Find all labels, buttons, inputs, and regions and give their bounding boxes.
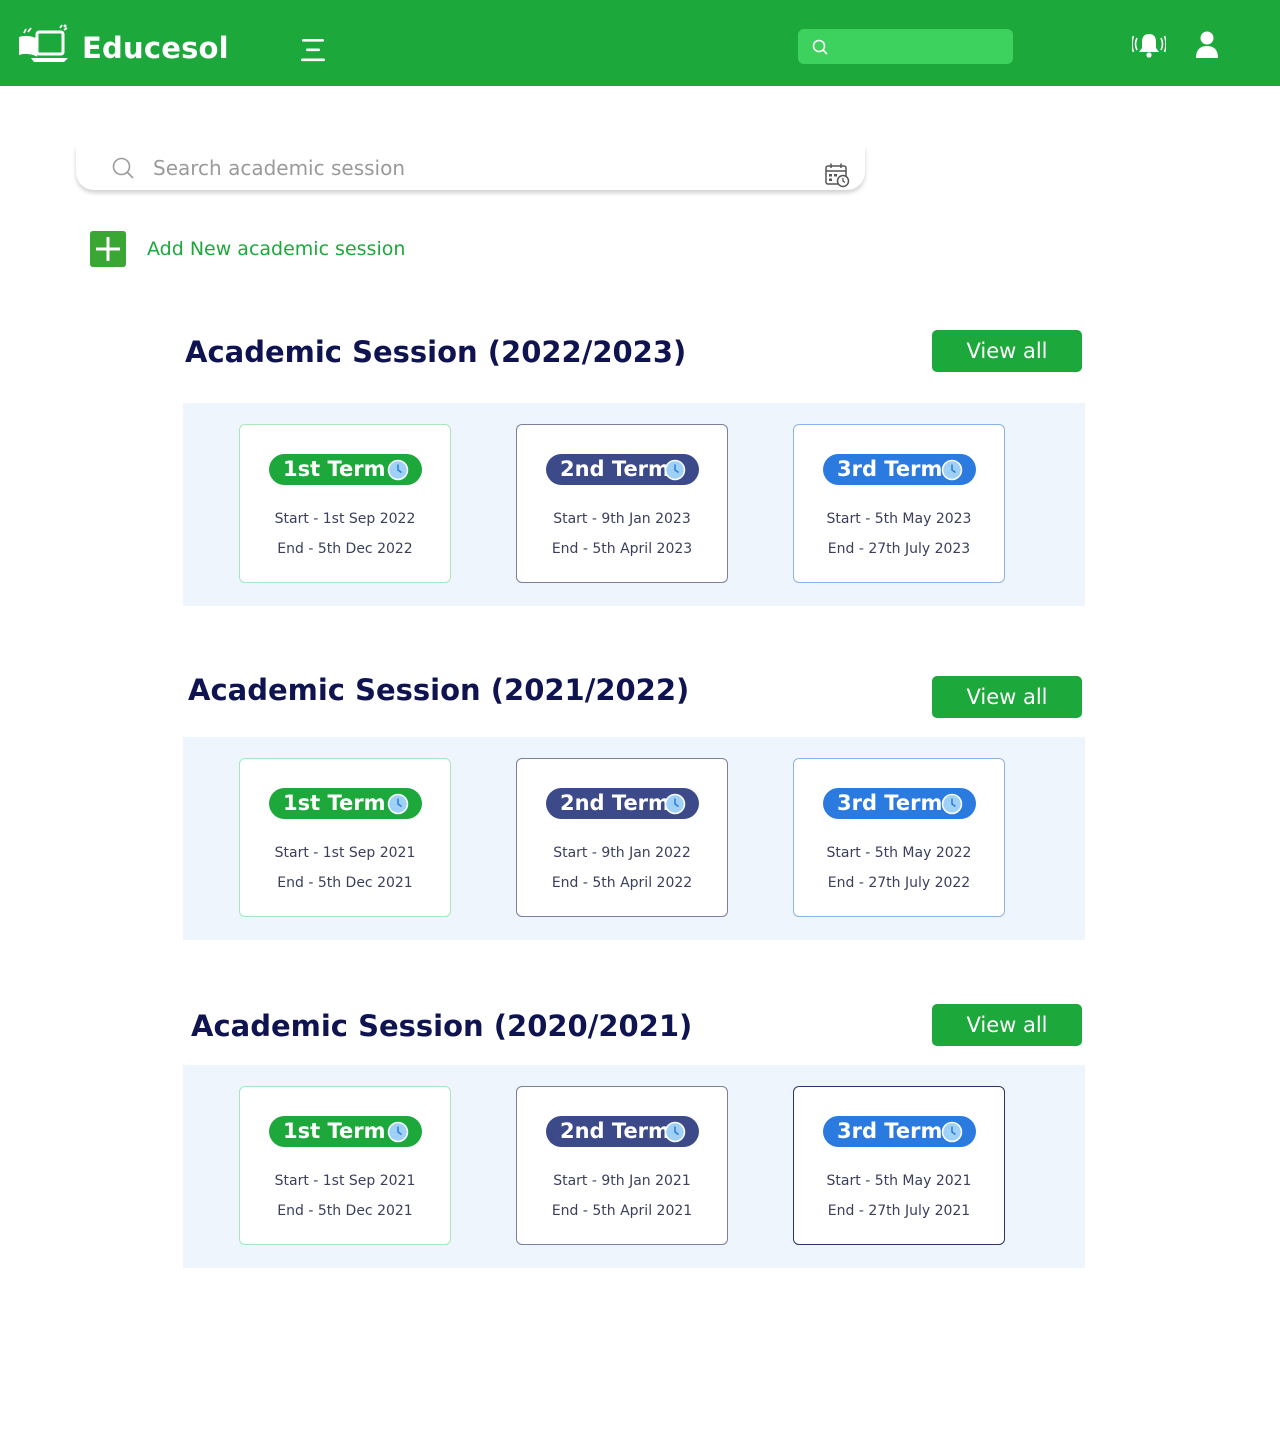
calendar-clock-icon[interactable]	[824, 162, 850, 188]
term-end-date: End - 27th July 2022	[827, 875, 971, 891]
search-icon	[112, 157, 134, 179]
term-name: 2nd Term	[560, 457, 670, 481]
term-badge: 3rd Term	[823, 454, 976, 485]
clock-icon	[664, 1121, 686, 1143]
term-end-date: End - 5th April 2022	[551, 875, 693, 891]
term-badge: 2nd Term	[546, 1116, 699, 1147]
brand-name: Educesol	[82, 31, 229, 65]
term-name: 2nd Term	[560, 791, 670, 815]
term-start-date: Start - 5th May 2022	[826, 845, 972, 861]
user-icon[interactable]	[1195, 31, 1219, 58]
term-badge: 3rd Term	[823, 788, 976, 819]
term-card-3rd[interactable]: 3rd Term Start - 5th May 2023 End - 27th…	[793, 424, 1005, 583]
term-card-2nd[interactable]: 2nd Term Start - 9th Jan 2023 End - 5th …	[516, 424, 728, 583]
term-end-date: End - 5th April 2021	[551, 1203, 693, 1219]
term-start-date: Start - 9th Jan 2021	[553, 1173, 691, 1189]
session-terms-panel: 1st Term Start - 1st Sep 2021 End - 5th …	[183, 1065, 1085, 1268]
term-start-date: Start - 9th Jan 2022	[553, 845, 691, 861]
term-card-2nd[interactable]: 2nd Term Start - 9th Jan 2022 End - 5th …	[516, 758, 728, 917]
clock-icon	[941, 1121, 963, 1143]
term-end-date: End - 5th Dec 2021	[277, 875, 413, 891]
term-name: 1st Term	[283, 791, 386, 815]
clock-icon	[387, 793, 409, 815]
term-name: 3rd Term	[837, 457, 943, 481]
term-card-3rd[interactable]: 3rd Term Start - 5th May 2021 End - 27th…	[793, 1086, 1005, 1245]
term-end-date: End - 5th Dec 2021	[277, 1203, 413, 1219]
term-badge: 1st Term	[269, 1116, 422, 1147]
plus-icon	[90, 231, 126, 267]
term-name: 2nd Term	[560, 1119, 670, 1143]
top-navbar: Educesol	[0, 0, 1280, 86]
clock-icon	[387, 1121, 409, 1143]
session-title: Academic Session (2020/2021)	[191, 1009, 693, 1043]
term-end-date: End - 5th Dec 2022	[277, 541, 413, 557]
term-start-date: Start - 1st Sep 2022	[274, 511, 416, 527]
session-title: Academic Session (2022/2023)	[185, 335, 687, 369]
term-badge: 2nd Term	[546, 454, 699, 485]
hamburger-menu-icon[interactable]	[299, 38, 327, 62]
term-card-1st[interactable]: 1st Term Start - 1st Sep 2022 End - 5th …	[239, 424, 451, 583]
term-badge: 1st Term	[269, 454, 422, 485]
book-laptop-logo-icon[interactable]	[16, 24, 70, 64]
clock-icon	[941, 793, 963, 815]
term-name: 3rd Term	[837, 791, 943, 815]
term-name: 1st Term	[283, 1119, 386, 1143]
session-search-input[interactable]	[151, 152, 795, 184]
term-start-date: Start - 1st Sep 2021	[274, 1173, 416, 1189]
term-end-date: End - 27th July 2021	[827, 1203, 971, 1219]
term-start-date: Start - 5th May 2023	[826, 511, 972, 527]
term-badge: 3rd Term	[823, 1116, 976, 1147]
header-search[interactable]	[798, 29, 1013, 64]
term-card-3rd[interactable]: 3rd Term Start - 5th May 2022 End - 27th…	[793, 758, 1005, 917]
term-start-date: Start - 1st Sep 2021	[274, 845, 416, 861]
view-all-button[interactable]: View all	[932, 676, 1082, 718]
search-icon	[812, 39, 828, 55]
term-badge: 2nd Term	[546, 788, 699, 819]
session-title: Academic Session (2021/2022)	[188, 673, 690, 707]
term-card-1st[interactable]: 1st Term Start - 1st Sep 2021 End - 5th …	[239, 758, 451, 917]
session-search-bar	[76, 146, 865, 190]
session-terms-panel: 1st Term Start - 1st Sep 2021 End - 5th …	[183, 737, 1085, 940]
bell-ringing-icon[interactable]	[1132, 31, 1166, 59]
session-terms-panel: 1st Term Start - 1st Sep 2022 End - 5th …	[183, 403, 1085, 606]
term-name: 3rd Term	[837, 1119, 943, 1143]
term-badge: 1st Term	[269, 788, 422, 819]
term-card-1st[interactable]: 1st Term Start - 1st Sep 2021 End - 5th …	[239, 1086, 451, 1245]
clock-icon	[664, 459, 686, 481]
add-session-label: Add New academic session	[147, 238, 406, 260]
clock-icon	[664, 793, 686, 815]
term-card-2nd[interactable]: 2nd Term Start - 9th Jan 2021 End - 5th …	[516, 1086, 728, 1245]
term-name: 1st Term	[283, 457, 386, 481]
term-end-date: End - 27th July 2023	[827, 541, 971, 557]
term-end-date: End - 5th April 2023	[551, 541, 693, 557]
term-start-date: Start - 5th May 2021	[826, 1173, 972, 1189]
view-all-button[interactable]: View all	[932, 1004, 1082, 1046]
view-all-button[interactable]: View all	[932, 330, 1082, 372]
header-search-input[interactable]	[838, 33, 1002, 61]
clock-icon	[941, 459, 963, 481]
clock-icon	[387, 459, 409, 481]
term-start-date: Start - 9th Jan 2023	[553, 511, 691, 527]
